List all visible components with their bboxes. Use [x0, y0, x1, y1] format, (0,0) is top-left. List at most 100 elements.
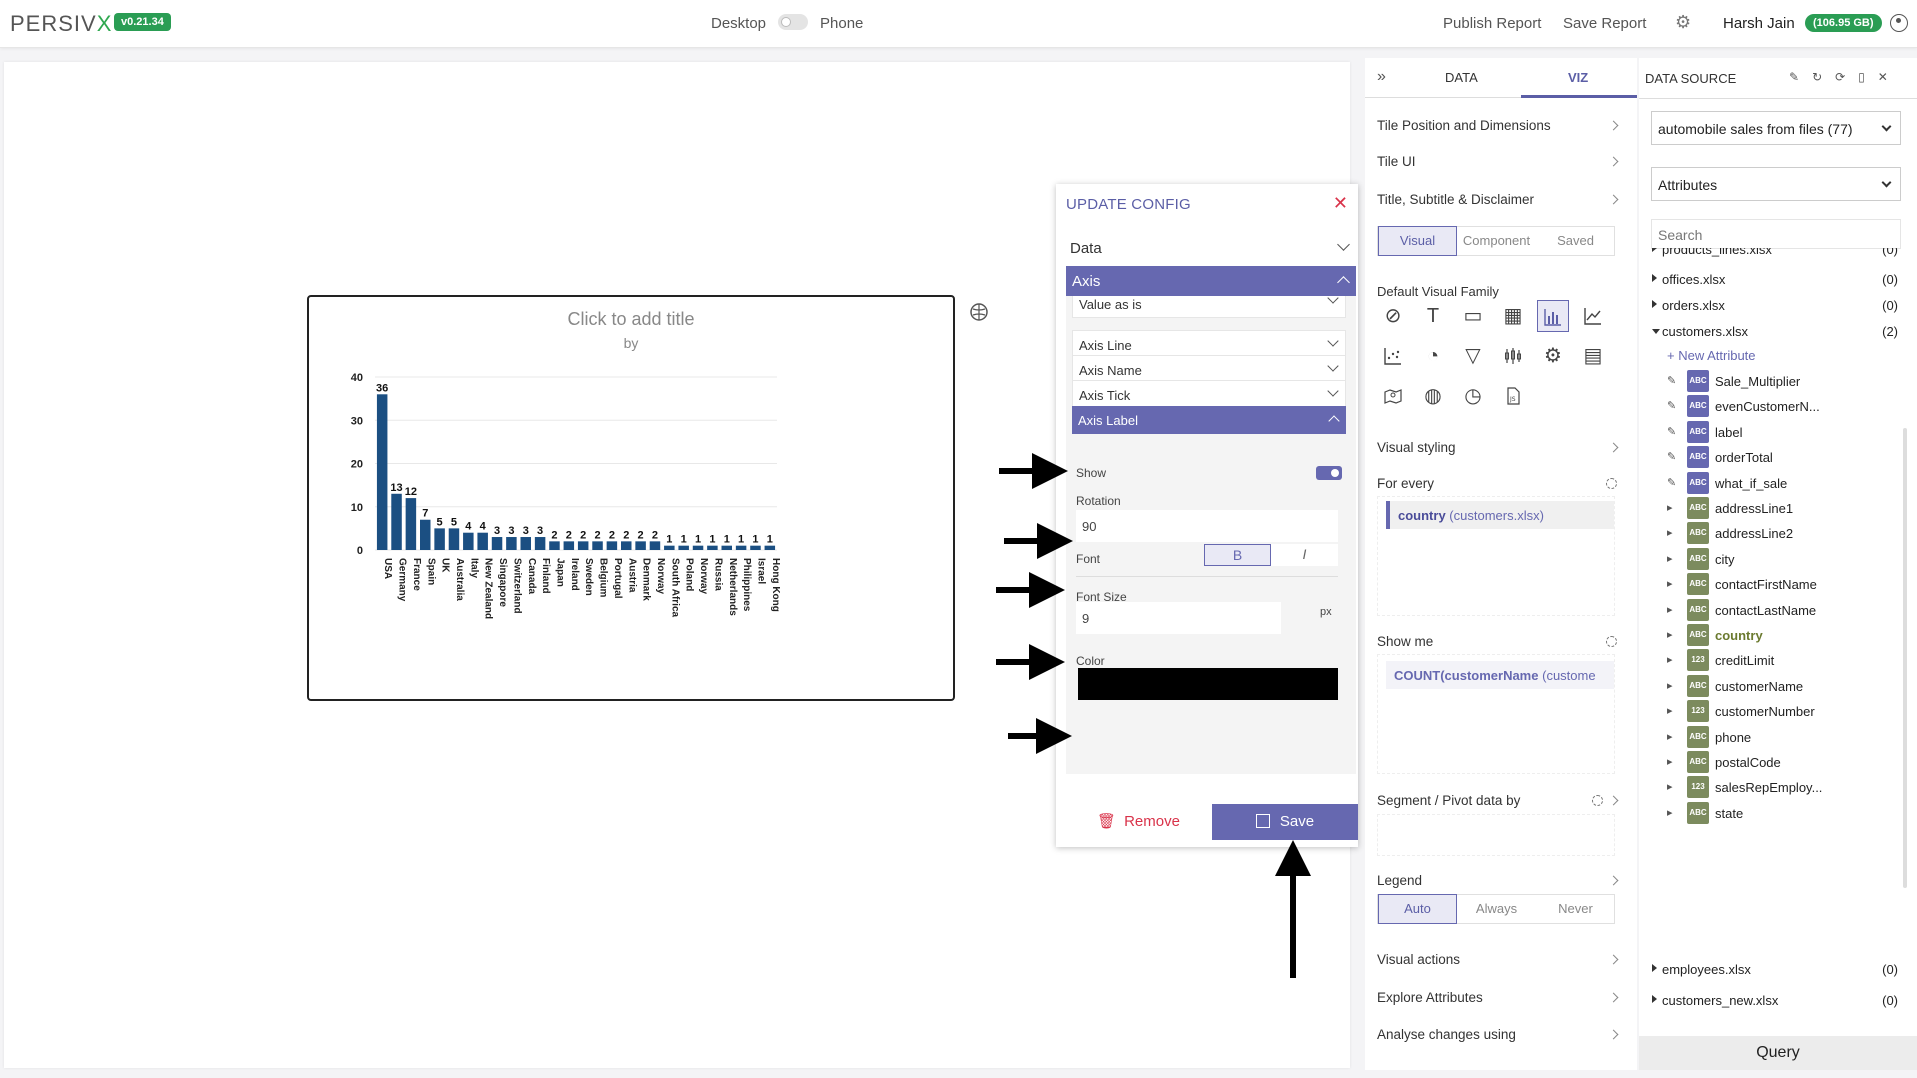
- chart-bar[interactable]: [391, 493, 402, 550]
- chart-bar[interactable]: [692, 545, 704, 550]
- chart-bar[interactable]: [577, 541, 589, 550]
- for-every-pill[interactable]: country (customers.xlsx): [1386, 501, 1614, 529]
- chart-bar[interactable]: [750, 545, 761, 550]
- bar-chart-icon[interactable]: [1537, 300, 1569, 332]
- title-subtitle-item[interactable]: Title, Subtitle & Disclaimer: [1377, 192, 1619, 207]
- chart-bar[interactable]: [506, 537, 517, 550]
- for-every-dropzone[interactable]: country (customers.xlsx): [1377, 496, 1615, 616]
- segment-dropzone[interactable]: [1377, 814, 1615, 856]
- expand-icon[interactable]: ▸: [1667, 704, 1673, 717]
- edit-icon[interactable]: ✎: [1789, 70, 1812, 84]
- user-name[interactable]: Harsh Jain: [1723, 15, 1795, 32]
- chart-bar[interactable]: [664, 545, 675, 550]
- target-icon[interactable]: [1606, 636, 1617, 647]
- attribute-item[interactable]: ▸ 123 customerNumber: [1659, 700, 1904, 724]
- chart-bar[interactable]: [405, 498, 417, 550]
- candlestick-icon[interactable]: [1497, 340, 1529, 372]
- chart-tile[interactable]: Click to add title by 0 10 20 30 40 36 USA 13 Ge…: [307, 295, 955, 701]
- expand-icon[interactable]: ▸: [1667, 501, 1673, 514]
- refresh-icon[interactable]: ↻: [1812, 70, 1835, 84]
- legend-auto[interactable]: Auto: [1378, 894, 1457, 924]
- color-swatch[interactable]: [1078, 668, 1338, 700]
- italic-button[interactable]: I: [1271, 544, 1338, 566]
- show-toggle[interactable]: [1316, 466, 1342, 480]
- attributes-select[interactable]: Attributes: [1651, 167, 1901, 201]
- target-icon[interactable]: [1592, 795, 1603, 806]
- pencil-icon[interactable]: ✎: [1667, 450, 1676, 463]
- attribute-item[interactable]: ✎ ABC orderTotal: [1659, 446, 1904, 470]
- save-button[interactable]: Save: [1212, 804, 1358, 840]
- pencil-icon[interactable]: ✎: [1667, 399, 1676, 412]
- device-toggle[interactable]: [778, 14, 808, 30]
- phone-label[interactable]: Phone: [820, 15, 863, 32]
- show-me-dropzone[interactable]: COUNT(customerName (custome: [1377, 654, 1615, 774]
- close-icon[interactable]: ✕: [1333, 193, 1348, 214]
- attribute-item[interactable]: ▸ ABC city: [1659, 547, 1904, 572]
- table-icon[interactable]: ▦: [1497, 300, 1529, 332]
- dashboard-grid-icon[interactable]: ▤: [1577, 340, 1609, 372]
- attribute-item[interactable]: ▸ ABC state: [1659, 801, 1904, 826]
- funnel-icon[interactable]: ▽: [1457, 340, 1489, 372]
- gauge-icon[interactable]: ◷: [1457, 380, 1489, 412]
- file-products-lines[interactable]: products_lines.xlsx (0): [1649, 248, 1904, 260]
- chart-bar[interactable]: [448, 528, 460, 550]
- expand-icon[interactable]: ▸: [1667, 577, 1673, 590]
- attribute-item[interactable]: ▸ ABC customerName: [1659, 674, 1904, 699]
- file-employees[interactable]: employees.xlsx (0): [1649, 960, 1904, 980]
- chart-bar[interactable]: [707, 545, 718, 550]
- axis-tick-toggle[interactable]: Axis Tick: [1072, 380, 1346, 408]
- attribute-item[interactable]: ✎ ABC Sale_Multiplier: [1659, 370, 1904, 394]
- settings-icon[interactable]: ⚙: [1537, 340, 1569, 372]
- axis-name-toggle[interactable]: Axis Name: [1072, 355, 1346, 383]
- tab-viz[interactable]: VIZ: [1568, 70, 1588, 85]
- attribute-item[interactable]: ▸ ABC contactLastName: [1659, 598, 1904, 623]
- chart-bar[interactable]: [764, 545, 776, 550]
- chart-bar[interactable]: [649, 541, 661, 550]
- attribute-item[interactable]: ▸ ABC postalCode: [1659, 751, 1904, 775]
- seg-visual[interactable]: Visual: [1378, 226, 1457, 256]
- tile-position-item[interactable]: Tile Position and Dimensions: [1377, 118, 1619, 133]
- chart-bar[interactable]: [376, 394, 388, 550]
- expand-icon[interactable]: ▸: [1667, 603, 1673, 616]
- sync-icon[interactable]: ⟳: [1835, 70, 1858, 84]
- attribute-item[interactable]: ✎ ABC what_if_sale: [1659, 471, 1904, 496]
- expand-icon[interactable]: ▸: [1667, 755, 1673, 768]
- bold-button[interactable]: B: [1204, 544, 1271, 566]
- pencil-icon[interactable]: ✎: [1667, 374, 1676, 387]
- attribute-item[interactable]: ▸ ABC addressLine2: [1659, 522, 1904, 546]
- chart-bar[interactable]: [721, 545, 733, 550]
- expand-icon[interactable]: ▸: [1667, 653, 1673, 666]
- explore-attributes-item[interactable]: Explore Attributes: [1377, 990, 1619, 1005]
- expand-icon[interactable]: ▸: [1667, 780, 1673, 793]
- chart-bar[interactable]: [735, 545, 747, 550]
- expand-icon[interactable]: ▸: [1667, 730, 1673, 743]
- scatter-icon[interactable]: [1377, 340, 1409, 372]
- attribute-item[interactable]: ▸ ABC contactFirstName: [1659, 573, 1904, 597]
- new-attribute-button[interactable]: + New Attribute: [1667, 348, 1756, 363]
- segment-pivot-item[interactable]: Segment / Pivot data by: [1377, 793, 1619, 808]
- code-file-icon[interactable]: JS: [1497, 380, 1529, 412]
- attribute-search-input[interactable]: Search: [1651, 219, 1901, 249]
- tab-data[interactable]: DATA: [1445, 70, 1478, 85]
- user-avatar-icon[interactable]: [1890, 14, 1908, 32]
- attribute-item[interactable]: ▸ ABC phone: [1659, 725, 1904, 750]
- chart-bar[interactable]: [520, 537, 532, 550]
- persivx-logo[interactable]: PERSIVX: [10, 11, 112, 37]
- chart-bar[interactable]: [678, 545, 689, 550]
- ai-brain-icon[interactable]: [963, 296, 995, 328]
- target-icon[interactable]: [1606, 478, 1617, 489]
- collapse-icon[interactable]: ✕: [1878, 70, 1901, 84]
- chart-bar[interactable]: [463, 532, 474, 550]
- gear-icon[interactable]: ⚙: [1675, 12, 1691, 33]
- file-orders[interactable]: orders.xlsx (0): [1649, 296, 1904, 316]
- pencil-icon[interactable]: ✎: [1667, 476, 1676, 489]
- chart-bar[interactable]: [434, 528, 445, 550]
- file-customers-new[interactable]: customers_new.xlsx (0): [1649, 991, 1904, 1011]
- chart-bar[interactable]: [621, 541, 632, 550]
- chart-bar[interactable]: [549, 541, 560, 550]
- chart-bar[interactable]: [420, 519, 431, 550]
- globe-icon[interactable]: ◍: [1417, 380, 1449, 412]
- file-icon[interactable]: ▯: [1858, 70, 1878, 84]
- expand-icon[interactable]: ▸: [1667, 628, 1673, 641]
- attribute-item[interactable]: ▸ ABC country: [1659, 624, 1904, 648]
